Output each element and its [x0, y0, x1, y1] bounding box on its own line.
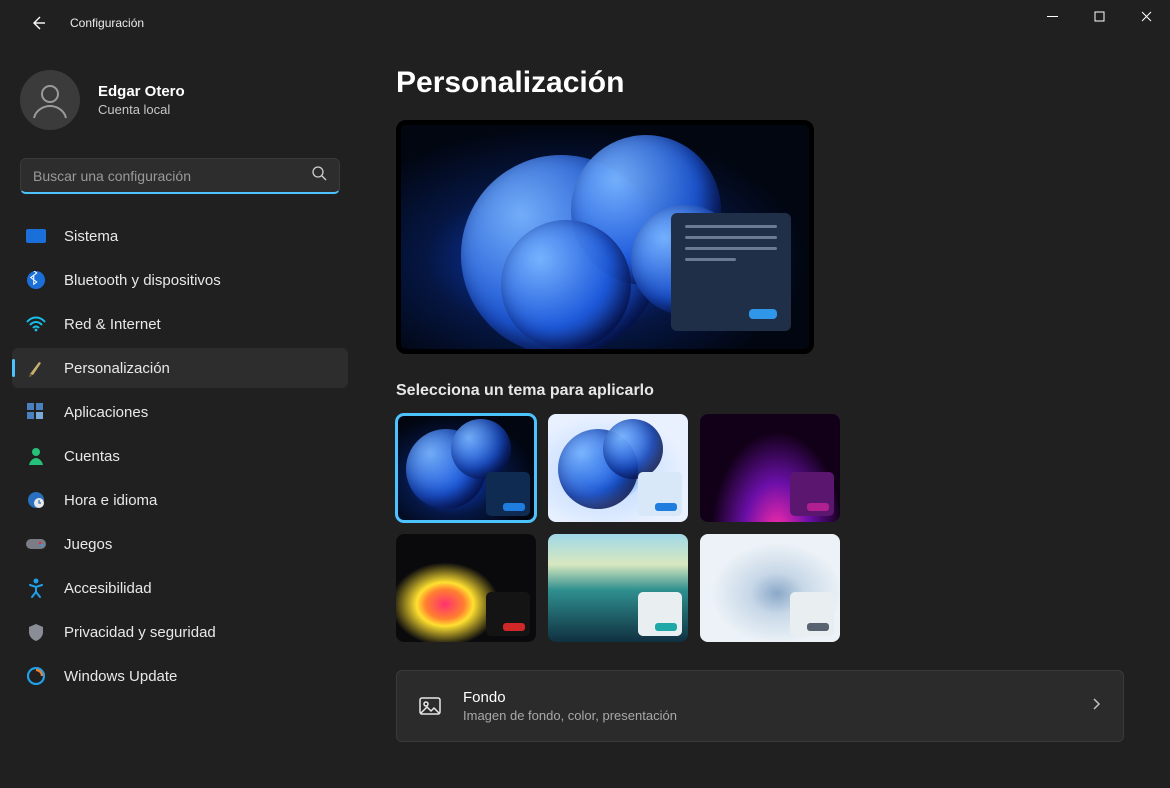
person-solid-icon — [26, 446, 46, 466]
sidebar: Edgar Otero Cuenta local Sistema Bluet — [0, 46, 360, 788]
search-icon — [312, 166, 327, 186]
page-title: Personalización — [396, 66, 1146, 100]
paintbrush-icon — [26, 358, 46, 378]
gamepad-icon — [26, 534, 46, 554]
nav-list: Sistema Bluetooth y dispositivos Red & I… — [12, 216, 348, 696]
accessibility-icon — [26, 578, 46, 598]
nav-label: Bluetooth y dispositivos — [64, 272, 221, 289]
window-controls — [1029, 0, 1170, 46]
maximize-button[interactable] — [1076, 0, 1123, 32]
arrow-left-icon — [30, 15, 46, 31]
back-button[interactable] — [18, 3, 58, 43]
theme-section-title: Selecciona un tema para aplicarlo — [396, 382, 1146, 400]
wifi-icon — [26, 314, 46, 334]
theme-option[interactable] — [396, 534, 536, 642]
nav-accounts[interactable]: Cuentas — [12, 436, 348, 476]
close-icon — [1141, 11, 1152, 22]
nav-label: Sistema — [64, 228, 118, 245]
avatar — [20, 70, 80, 130]
apps-icon — [26, 402, 46, 422]
display-icon — [26, 226, 46, 246]
nav-label: Privacidad y seguridad — [64, 624, 216, 641]
nav-label: Red & Internet — [64, 316, 161, 333]
nav-personalization[interactable]: Personalización — [12, 348, 348, 388]
globe-clock-icon — [26, 490, 46, 510]
nav-apps[interactable]: Aplicaciones — [12, 392, 348, 432]
nav-system[interactable]: Sistema — [12, 216, 348, 256]
theme-preview[interactable] — [396, 120, 814, 354]
theme-option[interactable] — [548, 414, 688, 522]
nav-bluetooth[interactable]: Bluetooth y dispositivos — [12, 260, 348, 300]
user-subtitle: Cuenta local — [98, 102, 185, 117]
shield-icon — [26, 622, 46, 642]
row-subtitle: Imagen de fondo, color, presentación — [463, 708, 677, 723]
close-button[interactable] — [1123, 0, 1170, 32]
nav-label: Windows Update — [64, 668, 177, 685]
titlebar: Configuración — [0, 0, 1170, 46]
row-title: Fondo — [463, 689, 677, 706]
picture-icon — [417, 693, 443, 719]
nav-accessibility[interactable]: Accesibilidad — [12, 568, 348, 608]
nav-label: Cuentas — [64, 448, 120, 465]
bluetooth-icon — [26, 270, 46, 290]
search-input[interactable] — [33, 168, 312, 184]
window-title: Configuración — [70, 16, 144, 30]
person-icon — [30, 80, 70, 120]
minimize-button[interactable] — [1029, 0, 1076, 32]
nav-label: Juegos — [64, 536, 112, 553]
nav-time-language[interactable]: Hora e idioma — [12, 480, 348, 520]
maximize-icon — [1094, 11, 1105, 22]
nav-privacy[interactable]: Privacidad y seguridad — [12, 612, 348, 652]
theme-option[interactable] — [700, 414, 840, 522]
row-background[interactable]: Fondo Imagen de fondo, color, presentaci… — [396, 670, 1124, 742]
theme-option[interactable] — [700, 534, 840, 642]
update-icon — [26, 666, 46, 686]
nav-label: Accesibilidad — [64, 580, 152, 597]
nav-label: Personalización — [64, 360, 170, 377]
preview-flyout — [671, 213, 791, 331]
minimize-icon — [1047, 11, 1058, 22]
user-header[interactable]: Edgar Otero Cuenta local — [12, 62, 348, 148]
main-content: Personalización Selecciona un tema para … — [360, 46, 1170, 788]
search-box[interactable] — [20, 158, 340, 194]
nav-label: Hora e idioma — [64, 492, 157, 509]
nav-gaming[interactable]: Juegos — [12, 524, 348, 564]
nav-network[interactable]: Red & Internet — [12, 304, 348, 344]
theme-grid — [396, 414, 1146, 642]
theme-option[interactable] — [548, 534, 688, 642]
user-name: Edgar Otero — [98, 83, 185, 100]
chevron-right-icon — [1091, 697, 1103, 715]
theme-option[interactable] — [396, 414, 536, 522]
nav-label: Aplicaciones — [64, 404, 148, 421]
nav-windows-update[interactable]: Windows Update — [12, 656, 348, 696]
